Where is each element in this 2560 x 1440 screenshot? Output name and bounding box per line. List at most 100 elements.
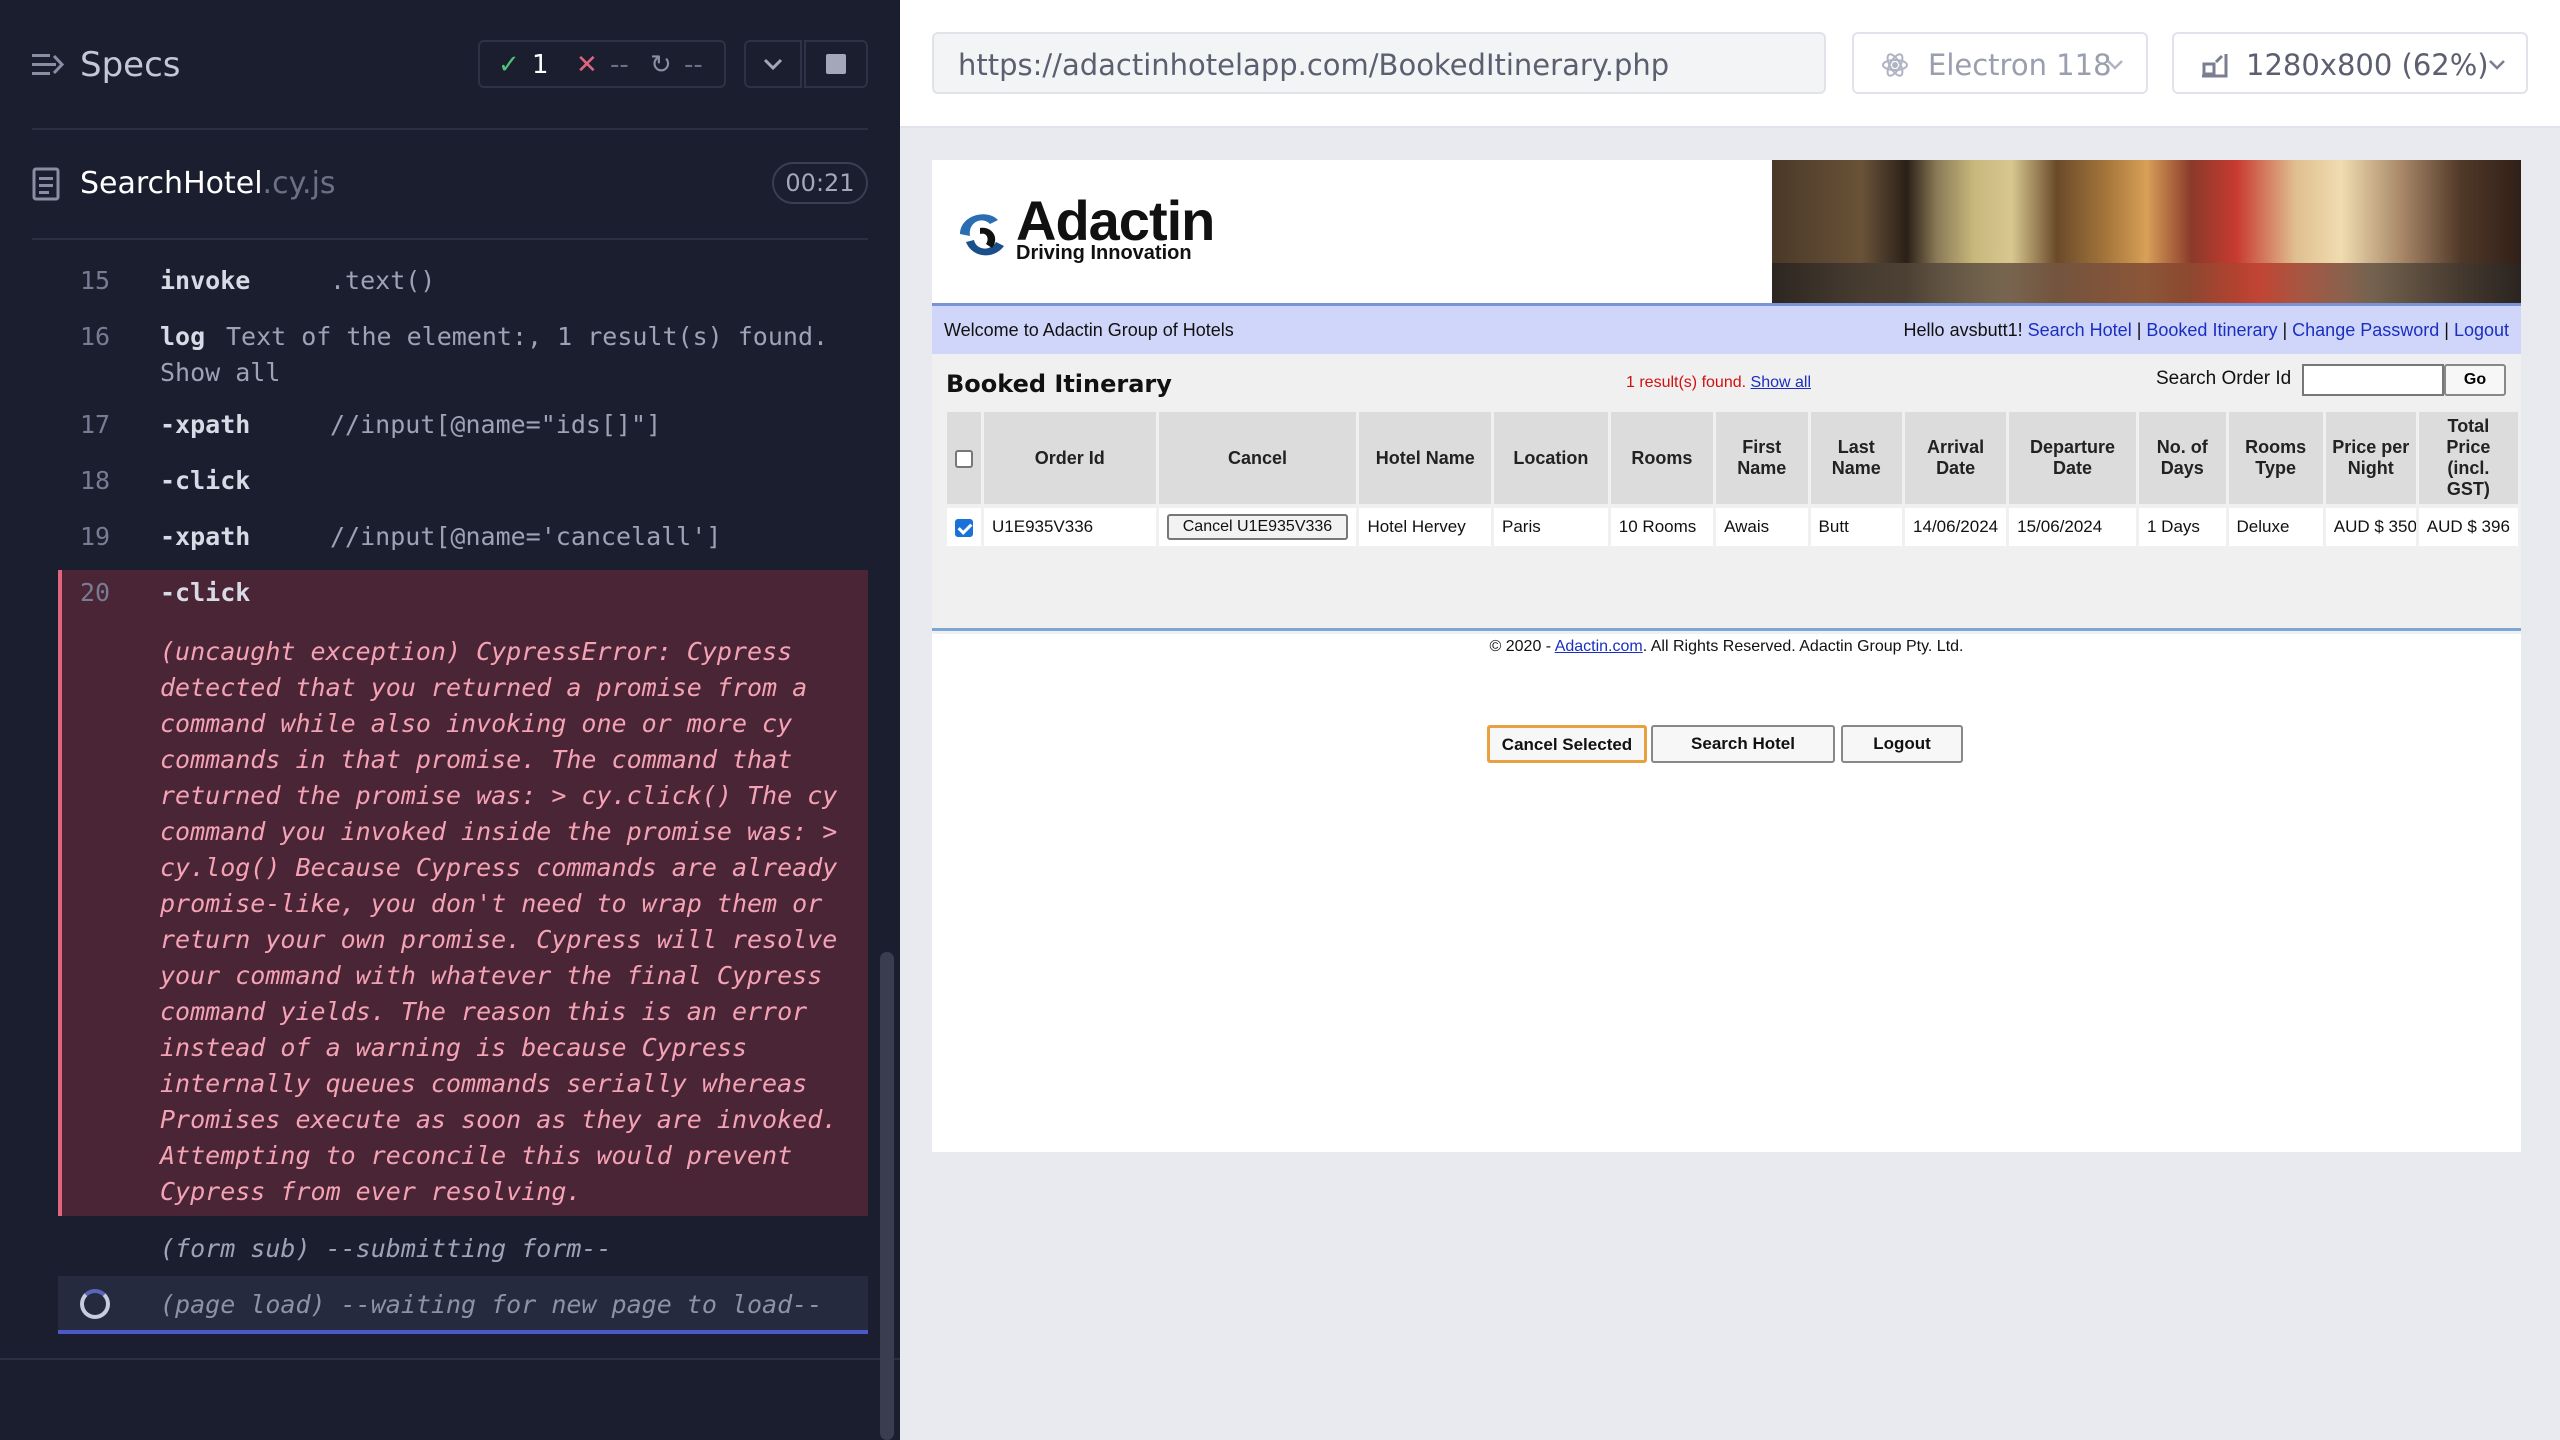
search-hotel-button[interactable]: Search Hotel: [1651, 725, 1835, 763]
command-message: //input[@name="ids[]"]: [330, 410, 662, 439]
column-header: Arrival Date: [1905, 412, 2007, 508]
pending-icon: ↻: [650, 50, 672, 80]
column-header: First Name: [1716, 412, 1808, 508]
logo-tagline: Driving Innovation: [1016, 242, 1192, 264]
command-number: 20: [80, 578, 111, 607]
aut-iframe: Adactin Driving Innovation Welcome to Ad…: [932, 160, 2521, 1152]
column-header: Order Id: [984, 412, 1156, 508]
command-number: 17: [80, 410, 111, 439]
expand-button[interactable]: [744, 40, 802, 88]
specs-title[interactable]: Specs: [80, 45, 181, 85]
nav-change-password[interactable]: Change Password: [2292, 320, 2439, 340]
select-all-header: [947, 412, 981, 508]
column-header: Price per Night: [2325, 412, 2416, 508]
command-row[interactable]: 19 -xpath //input[@name='cancelall']: [58, 514, 868, 554]
header-divider: [32, 128, 868, 130]
table-row: U1E935V336 Cancel U1E935V336 Hotel Herve…: [947, 508, 2518, 546]
viewport-label: 1280x800 (62%): [2246, 48, 2489, 82]
footer-separator: [932, 628, 2521, 631]
command-name: log: [160, 322, 206, 351]
footer-copyright: © 2020 -: [1489, 638, 1555, 655]
cancel-cell: Cancel U1E935V336: [1158, 508, 1357, 546]
command-message: //input[@name='cancelall']: [330, 522, 722, 551]
nav-booked-itinerary[interactable]: Booked Itinerary: [2146, 320, 2277, 340]
chevron-down-icon: [2489, 60, 2505, 70]
column-header: Location: [1494, 412, 1608, 508]
chevron-down-icon: [763, 58, 783, 71]
logout-button[interactable]: Logout: [1841, 725, 1963, 763]
error-command[interactable]: 20 -click (uncaught exception) CypressEr…: [58, 570, 868, 1216]
results-count: 1 result(s) found. Show all: [1626, 374, 1811, 392]
command-row[interactable]: 18 -click: [58, 458, 868, 498]
command-name: invoke: [160, 266, 251, 295]
browser-selector[interactable]: Electron 118: [1852, 32, 2148, 94]
form-submit-event[interactable]: (form sub) --submitting form--: [58, 1226, 868, 1266]
total-price-cell: AUD $ 396: [2418, 508, 2518, 546]
spec-ext: .cy.js: [262, 166, 336, 201]
error-line: return your own promise. Cypress will re…: [160, 925, 838, 954]
column-header: Rooms Type: [2228, 412, 2323, 508]
footer-adactin-link[interactable]: Adactin.com: [1555, 638, 1643, 655]
page-load-text: (page load) --waiting for new page to lo…: [160, 1290, 823, 1319]
footer-rights: . All Rights Reserved. Adactin Group Pty…: [1642, 638, 1964, 655]
first-name-cell: Awais: [1716, 508, 1808, 546]
url-bar[interactable]: https://adactinhotelapp.com/BookedItiner…: [932, 32, 1826, 94]
departure-date-cell: 15/06/2024: [2009, 508, 2136, 546]
spec-file-name: SearchHotel.cy.js: [80, 166, 336, 201]
search-order-label: Search Order Id: [2156, 368, 2292, 389]
command-row[interactable]: 17 -xpath //input[@name="ids[]"]: [58, 402, 868, 442]
error-message[interactable]: (uncaught exception) CypressError: Cypre…: [160, 634, 870, 1210]
command-name: -xpath: [160, 522, 251, 551]
passed-icon: ✓: [498, 50, 520, 80]
cancel-order-button[interactable]: Cancel U1E935V336: [1166, 514, 1349, 540]
footer-divider: [0, 1358, 900, 1360]
error-line: your command with whatever the final Cyp…: [160, 961, 823, 990]
command-name: -click: [160, 578, 251, 607]
error-line: instead of a warning is because Cypress: [160, 1033, 747, 1062]
command-row[interactable]: 15 invoke .text(): [58, 258, 868, 298]
cancel-selected-button[interactable]: Cancel Selected: [1487, 725, 1647, 763]
search-order-input[interactable]: [2302, 364, 2444, 396]
hotel-lobby-banner: [1772, 160, 2521, 303]
column-header: Total Price (incl. GST): [2418, 412, 2518, 508]
specs-header: Specs ✓ 1 ✕ -- ↻ --: [0, 0, 900, 130]
nav-logout[interactable]: Logout: [2454, 320, 2509, 340]
failed-icon: ✕: [576, 50, 598, 80]
duration-badge: 00:21: [772, 162, 868, 204]
column-header: No. of Days: [2138, 412, 2226, 508]
stop-button[interactable]: [804, 40, 868, 88]
show-all-link[interactable]: Show all: [1751, 374, 1811, 391]
last-name-cell: Butt: [1810, 508, 1903, 546]
command-number: 19: [80, 522, 111, 551]
column-header: Hotel Name: [1359, 412, 1492, 508]
row-select-cell: [947, 508, 981, 546]
adactin-logo[interactable]: Adactin Driving Innovation: [932, 160, 1772, 303]
passed-count: 1: [532, 50, 549, 80]
electron-icon: [1882, 53, 1908, 77]
stop-icon: [826, 54, 846, 74]
user-nav: Hello avsbutt1! Search Hotel | Booked It…: [1903, 320, 2509, 340]
specs-toggle-icon[interactable]: [30, 48, 64, 82]
reporter-scrollbar[interactable]: [880, 952, 894, 1440]
viewport-selector[interactable]: 1280x800 (62%): [2172, 32, 2528, 94]
page-footer: © 2020 - Adactin.com. All Rights Reserve…: [932, 638, 2521, 656]
go-button[interactable]: Go: [2444, 364, 2506, 396]
select-all-checkbox[interactable]: [955, 449, 973, 468]
error-line: command you invoked inside the promise w…: [160, 817, 838, 846]
error-line: command yields. The reason this is an er…: [160, 997, 808, 1026]
row-checkbox[interactable]: [955, 518, 973, 537]
error-line: promise-like, you don't need to wrap the…: [160, 889, 823, 918]
column-header: Departure Date: [2009, 412, 2136, 508]
error-line: Cypress from ever resolving.: [160, 1177, 582, 1206]
nav-search-hotel[interactable]: Search Hotel: [2028, 320, 2132, 340]
command-number: 18: [80, 466, 111, 495]
page-load-event[interactable]: (page load) --waiting for new page to lo…: [58, 1276, 868, 1334]
error-line: (uncaught exception) CypressError: Cypre…: [160, 637, 793, 666]
command-message-cont: Show all: [160, 358, 281, 387]
command-row[interactable]: 16 log Text of the element:, 1 result(s)…: [58, 314, 868, 390]
cypress-reporter: Specs ✓ 1 ✕ -- ↻ -- SearchHotel.cy.js 00…: [0, 0, 900, 1440]
banner-floor: [1772, 263, 2521, 303]
error-line: Promises execute as soon as they are inv…: [160, 1105, 838, 1134]
column-header: Rooms: [1610, 412, 1714, 508]
order-id-cell: U1E935V336: [984, 508, 1156, 546]
